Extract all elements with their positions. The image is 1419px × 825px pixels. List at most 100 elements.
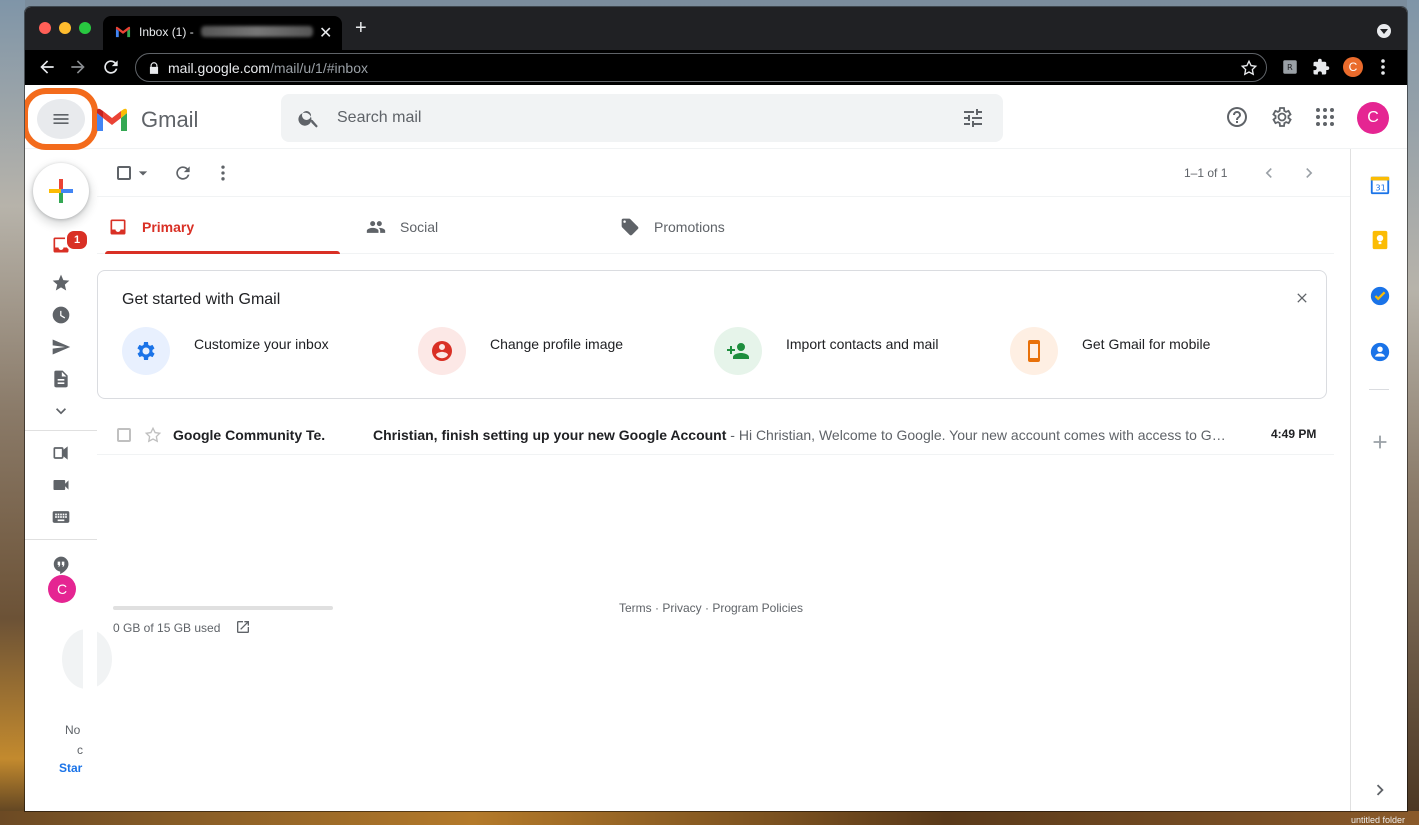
email-subject: Christian, finish setting up your new Go… [373, 427, 727, 443]
search-bar[interactable] [281, 94, 1003, 142]
left-navigation: 1 C No c Star [25, 149, 112, 811]
tab-title: Inbox (1) - [139, 25, 194, 39]
get-started-card: Get started with Gmail Customize your in… [97, 270, 1327, 399]
row-select-checkbox[interactable] [117, 428, 131, 442]
hangouts-chat-icon[interactable] [51, 555, 71, 575]
import-contacts-item[interactable]: Import contacts and mail [714, 327, 1004, 377]
close-icon[interactable] [1294, 290, 1310, 306]
nav-divider [25, 430, 97, 431]
get-gmail-mobile-item[interactable]: Get Gmail for mobile [1010, 327, 1300, 377]
nav-divider [25, 539, 97, 540]
tab-promotions[interactable]: Promotions [609, 197, 845, 254]
apps-grid-icon[interactable] [1313, 105, 1337, 129]
older-chevron-right-icon[interactable] [1299, 163, 1319, 183]
search-icon[interactable] [297, 106, 321, 130]
select-all-checkbox[interactable] [117, 166, 131, 180]
tab-social[interactable]: Social [355, 197, 591, 254]
external-link-icon[interactable] [235, 619, 251, 635]
compose-plus-icon [49, 179, 73, 203]
svg-text:31: 31 [1375, 183, 1386, 193]
nav-clip [83, 579, 97, 779]
refresh-icon[interactable] [173, 163, 193, 183]
more-chevron-down-icon[interactable] [51, 401, 71, 421]
tab-primary[interactable]: Primary [97, 197, 340, 254]
address-bar[interactable]: mail.google.com/mail/u/1/#inbox [135, 53, 1267, 82]
phone-icon [1028, 340, 1040, 362]
url-path: /mail/u/1/#inbox [269, 60, 368, 76]
help-icon[interactable] [1225, 105, 1249, 129]
browser-window: Inbox (1) - ✕ + mail.google.com/mail/u/1… [25, 7, 1407, 811]
get-started-title: Get started with Gmail [122, 291, 281, 308]
gmail-logo-icon[interactable] [95, 107, 129, 133]
close-window-button[interactable] [39, 22, 51, 34]
select-dropdown-arrow-icon[interactable] [133, 163, 153, 183]
email-snippet: - Hi Christian, Welcome to Google. Your … [730, 427, 1233, 443]
more-options-icon[interactable] [213, 163, 233, 183]
back-arrow-icon[interactable] [37, 57, 57, 77]
drafts-icon[interactable] [51, 369, 71, 389]
calendar-icon[interactable]: 31 [1369, 174, 1391, 196]
join-meeting-keyboard-icon[interactable] [51, 507, 71, 527]
list-actions-toolbar: 1–1 of 1 [97, 149, 1350, 197]
new-tab-button[interactable]: + [355, 17, 367, 40]
minimize-window-button[interactable] [59, 22, 71, 34]
browser-tab-inbox[interactable]: Inbox (1) - ✕ [103, 16, 342, 50]
tab-strip: Inbox (1) - ✕ + [25, 7, 1407, 50]
reload-icon[interactable] [101, 57, 121, 77]
forward-arrow-icon[interactable] [68, 57, 88, 77]
hangouts-user-avatar[interactable]: C [48, 575, 76, 603]
puzzle-extensions-icon[interactable] [1312, 58, 1330, 76]
zoom-window-button[interactable] [79, 22, 91, 34]
tab-search-icon[interactable] [1377, 24, 1391, 38]
bookmark-star-icon[interactable] [1240, 59, 1258, 77]
search-input[interactable] [337, 106, 937, 130]
footer-policy-links[interactable]: Terms · Privacy · Program Policies [619, 601, 803, 615]
table-row[interactable]: Google Community Te. Christian, finish s… [97, 415, 1334, 455]
get-addons-plus-icon[interactable] [1369, 431, 1391, 453]
inbox-icon [110, 219, 126, 235]
show-side-panel-chevron-icon[interactable] [1369, 779, 1391, 801]
account-circle-icon [432, 341, 452, 361]
gmail-favicon-icon [115, 26, 131, 38]
newer-chevron-left-icon[interactable] [1259, 163, 1279, 183]
account-avatar[interactable]: C [1357, 102, 1389, 134]
gear-icon [137, 342, 155, 360]
gmail-logo-text: Gmail [141, 107, 199, 132]
lock-icon[interactable] [147, 61, 161, 75]
contacts-icon[interactable] [1369, 341, 1391, 363]
gs-label: Customize your inbox [194, 336, 329, 352]
tab-label: Social [400, 219, 439, 235]
customize-inbox-item[interactable]: Customize your inbox [122, 327, 412, 377]
keep-notes-icon[interactable] [1369, 229, 1391, 251]
gs-label: Import contacts and mail [786, 336, 939, 352]
gs-label: Get Gmail for mobile [1082, 336, 1211, 352]
add-person-icon [727, 343, 749, 359]
compose-button[interactable] [33, 163, 89, 219]
extension-icon[interactable]: R [1281, 58, 1299, 76]
meet-video-icon[interactable] [51, 443, 71, 463]
main-content: 1–1 of 1 Primary Social Promotions Get s… [97, 149, 1350, 811]
tab-close-icon[interactable]: ✕ [319, 23, 332, 43]
new-meeting-video-icon[interactable] [51, 475, 71, 495]
browser-profile-avatar[interactable]: C [1343, 57, 1363, 77]
storage-usage: 0 GB of 15 GB used [113, 621, 221, 635]
change-profile-image-item[interactable]: Change profile image [418, 327, 708, 377]
desktop-folder-label[interactable]: untitled folder [1351, 815, 1405, 825]
browser-menu-icon[interactable] [1380, 58, 1386, 76]
url-host: mail.google.com [168, 60, 270, 76]
snoozed-clock-icon[interactable] [51, 305, 71, 325]
redacted-email [201, 26, 313, 37]
gmail-header: Gmail C [25, 85, 1407, 150]
search-options-icon[interactable] [961, 106, 985, 130]
side-panel: 31 [1350, 149, 1407, 811]
gs-icon-circle [418, 327, 466, 375]
starred-icon[interactable] [51, 273, 71, 293]
hangouts-start-link[interactable]: Star [59, 761, 82, 775]
storage-progress-bar [113, 606, 333, 610]
email-sender: Google Community Te. [173, 427, 326, 443]
star-icon[interactable] [144, 426, 162, 444]
tasks-icon[interactable] [1369, 285, 1391, 307]
tag-icon [621, 218, 639, 236]
settings-gear-icon[interactable] [1269, 105, 1293, 129]
sent-icon[interactable] [51, 337, 71, 357]
